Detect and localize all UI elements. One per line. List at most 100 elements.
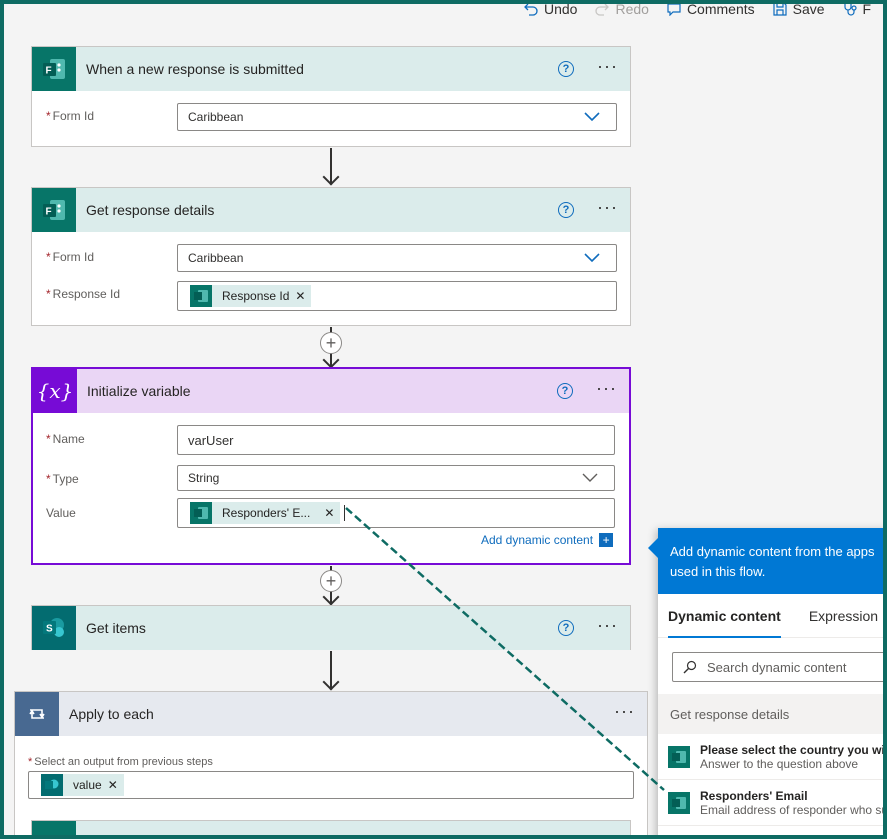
dynamic-item-desc: Email address of responder who su bbox=[700, 802, 883, 817]
arrow-head bbox=[322, 351, 340, 369]
nested-action-card[interactable] bbox=[31, 820, 631, 835]
redo-button[interactable]: Redo bbox=[595, 4, 649, 20]
panel-header: Add dynamic content from the apps used i… bbox=[658, 528, 883, 594]
response-id-field[interactable]: Response Id ✕ bbox=[177, 281, 617, 311]
variable-name-value: varUser bbox=[188, 432, 234, 448]
init-variable-header[interactable]: {x} Initialize variable ? ··· bbox=[33, 369, 629, 413]
section-get-response-details: Get response details bbox=[658, 694, 883, 734]
name-label: * Name bbox=[46, 432, 85, 446]
forms-logo-icon bbox=[32, 821, 76, 835]
variable-icon: {x} bbox=[33, 369, 77, 413]
chevron-down-icon bbox=[584, 253, 600, 263]
dynamic-item-country[interactable]: Please select the country you will Answe… bbox=[658, 734, 883, 780]
tab-expression[interactable]: Expression bbox=[809, 594, 878, 638]
stethoscope-icon bbox=[843, 4, 857, 16]
value-token-label: value bbox=[73, 778, 102, 792]
response-id-token[interactable]: Response Id ✕ bbox=[190, 285, 312, 307]
svg-text:S: S bbox=[46, 624, 53, 635]
response-id-token-label: Response Id bbox=[222, 289, 290, 303]
form-id-dropdown[interactable]: Caribbean bbox=[177, 244, 617, 272]
get-items-header[interactable]: S Get items ? ··· bbox=[32, 606, 630, 650]
value-token[interactable]: value ✕ bbox=[41, 774, 124, 796]
text-cursor bbox=[344, 505, 346, 521]
forms-token-icon bbox=[668, 791, 690, 814]
dynamic-item-name: Responders' Email bbox=[700, 788, 808, 803]
more-options-icon[interactable]: ··· bbox=[597, 56, 618, 77]
help-icon[interactable]: ? bbox=[557, 383, 573, 399]
undo-button[interactable]: Undo bbox=[524, 4, 577, 20]
trigger-card-header[interactable]: F When a new response is submitted ? ··· bbox=[32, 47, 630, 91]
panel-pointer bbox=[648, 538, 658, 558]
select-output-label: * Select an output from previous steps bbox=[28, 756, 213, 768]
response-id-label: * Response Id bbox=[46, 287, 121, 301]
forms-token-icon bbox=[668, 745, 690, 768]
more-options-icon[interactable]: ··· bbox=[597, 615, 618, 636]
variable-value-field[interactable]: Responders' E... ✕ bbox=[177, 498, 615, 528]
help-icon[interactable]: ? bbox=[558, 620, 574, 636]
flow-canvas: Undo Redo Comments Save F F When a new r… bbox=[4, 4, 883, 835]
more-options-icon[interactable]: ··· bbox=[597, 197, 618, 218]
help-icon[interactable]: ? bbox=[558, 202, 574, 218]
forms-logo-icon: F bbox=[32, 47, 76, 91]
type-label: * Type bbox=[46, 472, 79, 486]
get-response-header[interactable]: F Get response details ? ··· bbox=[32, 188, 630, 232]
variable-type-dropdown[interactable]: String bbox=[177, 465, 615, 491]
dynamic-item-name: Please select the country you will bbox=[700, 742, 883, 757]
arrow-head bbox=[322, 588, 340, 606]
dynamic-item-responders-email[interactable]: Responders' Email Email address of respo… bbox=[658, 780, 883, 826]
flow-checker-button[interactable]: F bbox=[843, 4, 872, 20]
remove-token-icon[interactable]: ✕ bbox=[316, 506, 340, 520]
search-placeholder: Search dynamic content bbox=[707, 659, 847, 675]
loop-icon bbox=[15, 692, 59, 736]
tab-dynamic-content[interactable]: Dynamic content bbox=[668, 594, 781, 638]
chevron-down-icon bbox=[584, 112, 600, 122]
flow-checker-label: F bbox=[862, 4, 872, 17]
arrow-head bbox=[322, 168, 340, 186]
remove-token-icon[interactable]: ✕ bbox=[108, 778, 124, 792]
trigger-title: When a new response is submitted bbox=[86, 61, 304, 77]
add-dynamic-content-label: Add dynamic content bbox=[481, 533, 594, 547]
plus-icon: + bbox=[599, 533, 614, 547]
get-response-card[interactable]: F Get response details ? ··· * Form Id Ca… bbox=[31, 187, 631, 326]
form-id-value: Caribbean bbox=[188, 251, 244, 265]
responders-email-token[interactable]: Responders' E... ✕ bbox=[190, 502, 341, 524]
form-id-value: Caribbean bbox=[188, 110, 244, 124]
undo-label: Undo bbox=[544, 4, 578, 17]
undo-icon bbox=[524, 4, 538, 16]
get-items-card[interactable]: S Get items ? ··· bbox=[31, 605, 631, 650]
form-id-dropdown[interactable]: Caribbean bbox=[177, 103, 617, 131]
variable-name-input[interactable]: varUser bbox=[177, 425, 615, 455]
add-dynamic-content-link[interactable]: Add dynamic content + bbox=[481, 533, 614, 547]
comment-icon bbox=[667, 4, 681, 16]
save-button[interactable]: Save bbox=[773, 4, 825, 20]
toolbar: Undo Redo Comments Save F bbox=[524, 4, 871, 20]
svg-text:F: F bbox=[46, 207, 52, 218]
forms-token-icon bbox=[190, 285, 212, 307]
search-icon bbox=[683, 660, 697, 674]
init-variable-title: Initialize variable bbox=[87, 383, 191, 399]
help-icon[interactable]: ? bbox=[558, 61, 574, 77]
more-options-icon[interactable]: ··· bbox=[614, 701, 635, 722]
save-label: Save bbox=[792, 4, 825, 17]
dynamic-content-panel: Add dynamic content from the apps used i… bbox=[648, 528, 883, 835]
dynamic-item-desc: Answer to the question above bbox=[700, 756, 859, 771]
sharepoint-token-icon bbox=[41, 774, 63, 796]
comments-button[interactable]: Comments bbox=[667, 4, 755, 20]
init-variable-card[interactable]: {x} Initialize variable ? ··· * Name varU… bbox=[31, 367, 631, 565]
save-icon bbox=[773, 4, 787, 16]
select-output-field[interactable]: value ✕ bbox=[28, 771, 634, 799]
comments-label: Comments bbox=[686, 4, 755, 17]
variable-type-value: String bbox=[188, 471, 220, 485]
forms-token-icon bbox=[190, 502, 212, 524]
search-dynamic-content[interactable]: Search dynamic content bbox=[672, 652, 883, 682]
get-response-title: Get response details bbox=[86, 202, 215, 218]
redo-icon bbox=[595, 4, 610, 16]
remove-token-icon[interactable]: ✕ bbox=[295, 289, 311, 303]
form-id-label: * Form Id bbox=[46, 250, 95, 264]
sharepoint-logo-icon: S bbox=[32, 606, 76, 650]
trigger-card[interactable]: F When a new response is submitted ? ···… bbox=[31, 46, 631, 147]
apply-to-each-header[interactable]: Apply to each ··· bbox=[15, 692, 647, 736]
more-options-icon[interactable]: ··· bbox=[596, 378, 617, 399]
apply-to-each-title: Apply to each bbox=[69, 706, 154, 722]
apply-to-each-card[interactable]: Apply to each ··· * Select an output from… bbox=[14, 691, 648, 835]
